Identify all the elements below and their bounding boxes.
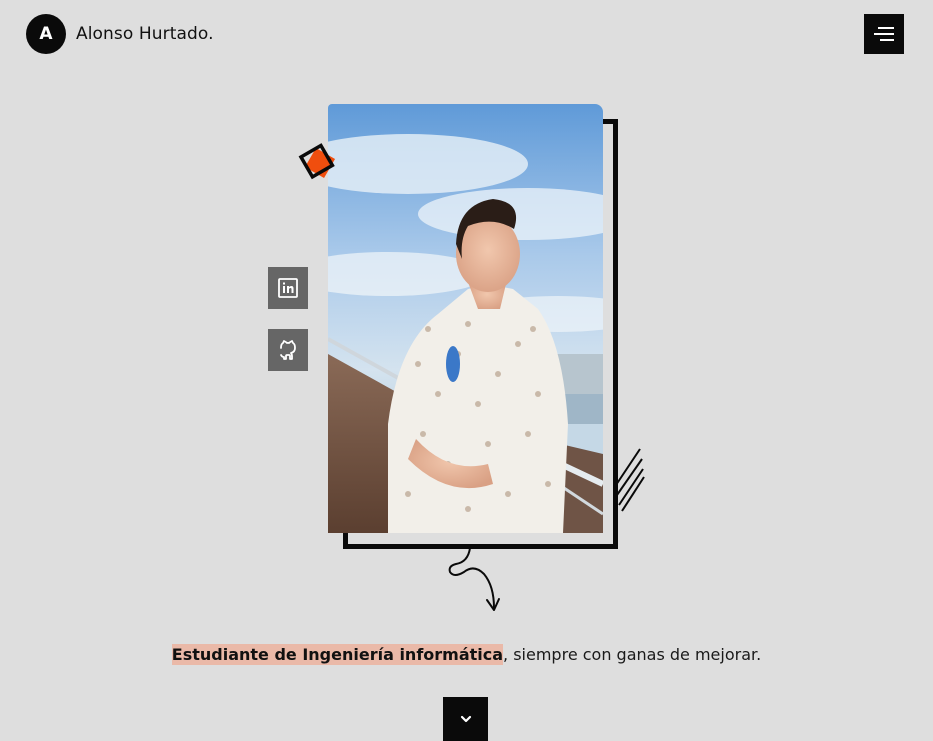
scribble-lines-decoration-icon — [615, 448, 645, 512]
logo-avatar: A — [26, 14, 66, 54]
hero-tagline: Estudiante de Ingeniería informática, si… — [0, 644, 933, 665]
curly-arrow-decoration-icon — [448, 547, 500, 611]
scroll-down-button[interactable] — [443, 697, 488, 741]
linkedin-icon — [278, 278, 298, 298]
tagline-highlight: Estudiante de Ingeniería informática — [171, 644, 504, 665]
site-owner-name: Alonso Hurtado. — [76, 24, 214, 44]
hamburger-menu-button[interactable] — [864, 14, 904, 54]
menu-line-icon — [874, 33, 894, 35]
tagline-rest: , siempre con ganas de mejorar. — [503, 645, 762, 664]
github-icon — [280, 340, 296, 360]
chevron-down-icon — [460, 715, 471, 723]
github-button[interactable] — [268, 329, 308, 371]
home-logo-link[interactable]: A Alonso Hurtado. — [26, 14, 214, 54]
orange-square-decoration-icon — [298, 143, 336, 180]
menu-line-icon — [880, 39, 894, 41]
linkedin-button[interactable] — [268, 267, 308, 309]
logo-letter: A — [39, 24, 53, 44]
profile-photo — [328, 104, 603, 533]
menu-line-icon — [878, 27, 894, 29]
